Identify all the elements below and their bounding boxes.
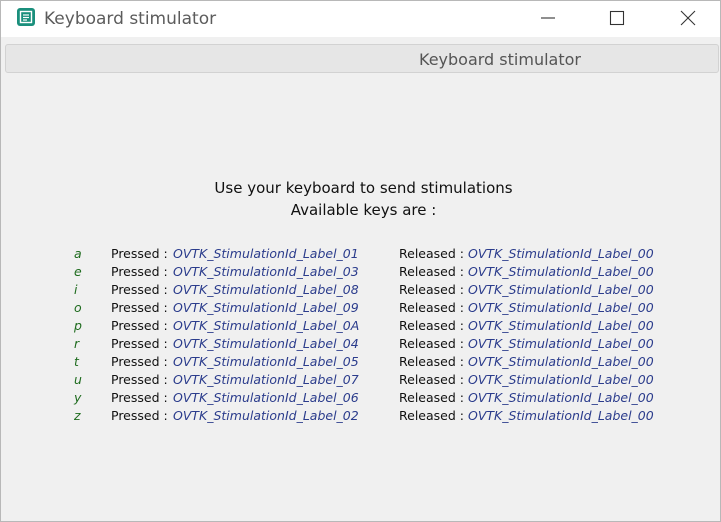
pressed-label: Pressed : — [111, 282, 168, 297]
key-mapping-row: y Pressed : OVTK_StimulationId_Label_06 … — [1, 389, 720, 407]
key-mapping-row: p Pressed : OVTK_StimulationId_Label_0A … — [1, 317, 720, 335]
key-mapping-row: e Pressed : OVTK_StimulationId_Label_03 … — [1, 263, 720, 281]
key-mapping-row: o Pressed : OVTK_StimulationId_Label_09 … — [1, 299, 720, 317]
key-mapping-row: z Pressed : OVTK_StimulationId_Label_02 … — [1, 407, 720, 425]
released-label: Released : — [399, 372, 464, 387]
released-stimulation: OVTK_StimulationId_Label_00 — [468, 282, 654, 297]
instructions-line-2: Available keys are : — [290, 201, 437, 219]
pressed-stimulation: OVTK_StimulationId_Label_08 — [173, 282, 359, 297]
pressed-stimulation: OVTK_StimulationId_Label_09 — [173, 300, 359, 315]
pressed-stimulation: OVTK_StimulationId_Label_02 — [173, 408, 359, 423]
key-letter: i — [74, 282, 78, 297]
released-stimulation: OVTK_StimulationId_Label_00 — [468, 354, 654, 369]
key-mapping-row: t Pressed : OVTK_StimulationId_Label_05 … — [1, 353, 720, 371]
key-letter: o — [74, 300, 82, 315]
pressed-label: Pressed : — [111, 408, 168, 423]
pressed-stimulation: OVTK_StimulationId_Label_04 — [173, 336, 359, 351]
key-mapping-row: r Pressed : OVTK_StimulationId_Label_04 … — [1, 335, 720, 353]
pressed-label: Pressed : — [111, 354, 168, 369]
released-stimulation: OVTK_StimulationId_Label_00 — [468, 372, 654, 387]
pressed-stimulation: OVTK_StimulationId_Label_07 — [173, 372, 359, 387]
key-letter: p — [74, 318, 82, 333]
key-letter: t — [74, 354, 79, 369]
instructions-line-1: Use your keyboard to send stimulations — [214, 179, 513, 197]
pressed-stimulation: OVTK_StimulationId_Label_01 — [173, 246, 359, 261]
pressed-stimulation: OVTK_StimulationId_Label_06 — [173, 390, 359, 405]
close-icon — [680, 10, 696, 26]
pressed-stimulation: OVTK_StimulationId_Label_0A — [173, 318, 360, 333]
released-label: Released : — [399, 300, 464, 315]
key-mapping-row: i Pressed : OVTK_StimulationId_Label_08 … — [1, 281, 720, 299]
released-label: Released : — [399, 336, 464, 351]
released-stimulation: OVTK_StimulationId_Label_00 — [468, 408, 654, 423]
instructions: Use your keyboard to send stimulations A… — [1, 177, 721, 221]
pressed-label: Pressed : — [111, 336, 168, 351]
close-button[interactable] — [665, 1, 711, 35]
released-stimulation: OVTK_StimulationId_Label_00 — [468, 246, 654, 261]
tab-label: Keyboard stimulator — [419, 50, 581, 69]
key-letter: z — [74, 408, 81, 423]
app-window-icon — [17, 8, 35, 26]
pressed-label: Pressed : — [111, 300, 168, 315]
title-bar[interactable]: Keyboard stimulator — [1, 1, 720, 37]
released-label: Released : — [399, 390, 464, 405]
key-letter: y — [74, 390, 82, 405]
key-mapping-row: a Pressed : OVTK_StimulationId_Label_01 … — [1, 245, 720, 263]
maximize-button[interactable] — [594, 1, 640, 35]
key-letter: u — [74, 372, 82, 387]
pressed-label: Pressed : — [111, 390, 168, 405]
released-label: Released : — [399, 354, 464, 369]
pressed-stimulation: OVTK_StimulationId_Label_05 — [173, 354, 359, 369]
released-stimulation: OVTK_StimulationId_Label_00 — [468, 264, 654, 279]
pressed-label: Pressed : — [111, 372, 168, 387]
key-mapping-row: u Pressed : OVTK_StimulationId_Label_07 … — [1, 371, 720, 389]
minimize-button[interactable] — [525, 1, 571, 35]
released-stimulation: OVTK_StimulationId_Label_00 — [468, 300, 654, 315]
released-stimulation: OVTK_StimulationId_Label_00 — [468, 318, 654, 333]
released-label: Released : — [399, 264, 464, 279]
key-letter: r — [74, 336, 80, 351]
released-label: Released : — [399, 246, 464, 261]
released-label: Released : — [399, 318, 464, 333]
minimize-icon — [541, 17, 555, 19]
released-label: Released : — [399, 408, 464, 423]
pressed-stimulation: OVTK_StimulationId_Label_03 — [173, 264, 359, 279]
key-mapping-list: a Pressed : OVTK_StimulationId_Label_01 … — [1, 245, 720, 425]
pressed-label: Pressed : — [111, 246, 168, 261]
released-stimulation: OVTK_StimulationId_Label_00 — [468, 336, 654, 351]
released-stimulation: OVTK_StimulationId_Label_00 — [468, 390, 654, 405]
released-label: Released : — [399, 282, 464, 297]
key-letter: e — [74, 264, 82, 279]
maximize-icon — [609, 10, 625, 26]
tab-keyboard-stimulator[interactable]: Keyboard stimulator — [5, 44, 719, 73]
key-letter: a — [74, 246, 82, 261]
keyboard-stimulator-window: Keyboard stimulator Keyboard stimulator … — [0, 0, 721, 522]
window-title: Keyboard stimulator — [44, 9, 217, 29]
pressed-label: Pressed : — [111, 318, 168, 333]
pressed-label: Pressed : — [111, 264, 168, 279]
